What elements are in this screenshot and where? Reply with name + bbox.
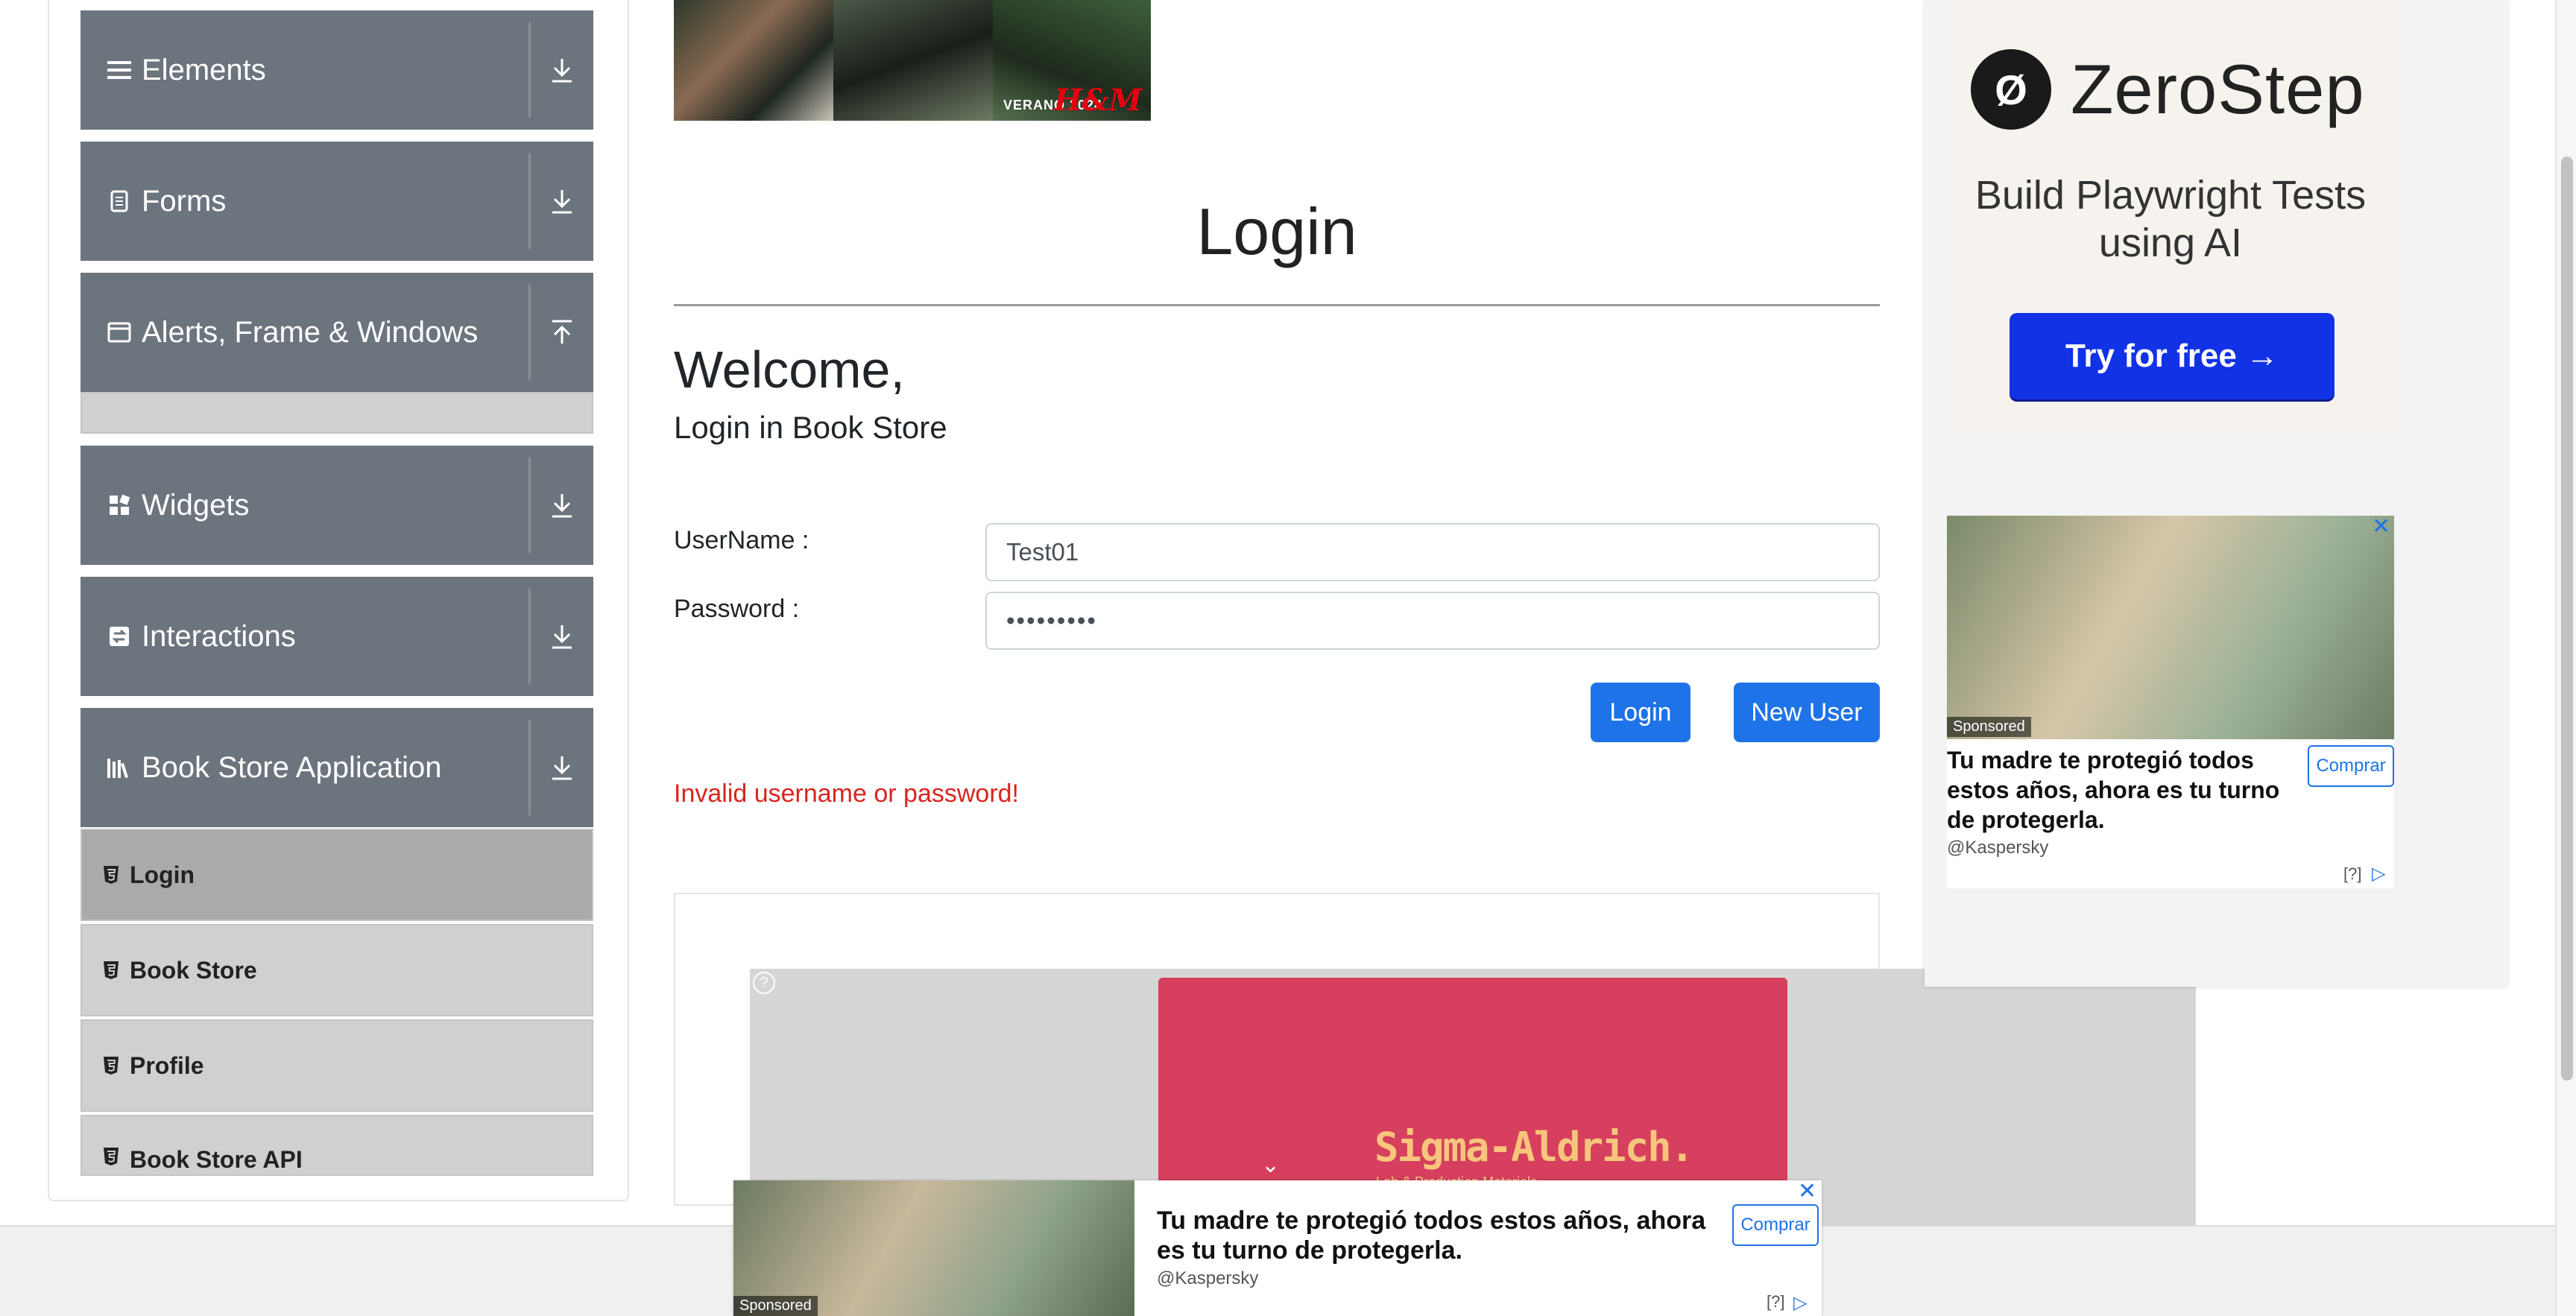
sticky-bottom-ad[interactable]: Sponsored Tu madre te protegió todos est… (733, 1180, 1822, 1316)
kaspersky-ad[interactable]: Sponsored ✕ Tu madre te protegió todos e… (1947, 516, 2394, 888)
zerostep-logo-icon: Ø (1971, 49, 2051, 130)
sidebar-subitem-partial (80, 392, 593, 434)
chevron-down-icon: ⌄ (1261, 1153, 1281, 1177)
banner-photo (674, 0, 833, 121)
buy-button[interactable]: Comprar (2308, 745, 2394, 787)
page-title: Login (1196, 194, 1357, 268)
sponsored-label: Sponsored (1947, 717, 2031, 737)
sidebar-item-label: Book Store (130, 956, 257, 984)
sponsored-label: Sponsored (733, 1296, 818, 1316)
sidebar-item-book-store-api[interactable]: Book Store API (80, 1115, 593, 1176)
html5-icon (103, 1146, 119, 1167)
sidebar-group-title: Forms (142, 184, 227, 218)
divider (674, 304, 1880, 306)
download-arrow-icon[interactable] (541, 483, 583, 528)
sidebar-group-title: Widgets (142, 488, 250, 522)
login-button[interactable]: Login (1591, 683, 1690, 742)
hm-banner-ad[interactable]: VERANO 2024 H&M (674, 0, 1151, 121)
try-for-free-button[interactable]: Try for free → (2010, 313, 2334, 399)
sidebar-group-widgets[interactable]: Widgets (80, 446, 593, 565)
login-subheading: Login in Book Store (674, 410, 947, 445)
sidebar-group-title: Alerts, Frame & Windows (142, 315, 479, 349)
zerostep-brand: ZeroStep (2071, 50, 2365, 128)
sidebar-group-alerts[interactable]: Alerts, Frame & Windows (80, 273, 593, 392)
ad-advertiser: @Kaspersky (1157, 1268, 1259, 1288)
close-icon[interactable]: ✕ (1798, 1180, 1816, 1203)
window-icon (106, 319, 133, 346)
sidebar-group-title: Interactions (142, 619, 296, 653)
adchoices-icon[interactable]: ▷ (1793, 1292, 1807, 1315)
adchoices-label[interactable]: [?] (1767, 1292, 1784, 1312)
scrollbar[interactable] (2555, 0, 2576, 1316)
divider (528, 22, 531, 118)
sidebar-group-book-store[interactable]: Book Store Application (80, 708, 593, 827)
divider (528, 154, 531, 249)
ad-headline[interactable]: Tu madre te protegió todos estos años, a… (1157, 1206, 1723, 1265)
divider (528, 285, 531, 380)
zerostep-tagline: Build Playwright Tests using AI (1974, 173, 2367, 265)
ad-headline[interactable]: Tu madre te protegió todos estos años, a… (1947, 745, 2290, 835)
sidebar-group-title: Elements (142, 53, 266, 86)
sidebar-group-title: Book Store Application (142, 750, 442, 784)
adchoices-label[interactable]: [?] (2343, 864, 2361, 884)
welcome-heading: Welcome, (674, 341, 905, 399)
sidebar-group-forms[interactable]: Forms (80, 142, 593, 261)
divider (528, 720, 531, 815)
scrollbar-thumb[interactable] (2561, 156, 2573, 1081)
adchoices-icon[interactable]: ▷ (2372, 863, 2385, 885)
divider (528, 458, 531, 553)
banner-photo: VERANO 2024 H&M (993, 0, 1151, 121)
html5-icon (103, 960, 119, 981)
html5-icon (103, 864, 119, 885)
sidebar-item-label: Login (130, 861, 195, 888)
divider (528, 589, 531, 684)
download-arrow-icon[interactable] (541, 614, 583, 659)
error-message: Invalid username or password! (674, 779, 1020, 808)
sidebar-item-book-store[interactable]: Book Store (80, 924, 593, 1016)
upload-arrow-icon[interactable] (541, 310, 583, 355)
buy-button[interactable]: Comprar (1732, 1204, 1819, 1246)
password-label: Password : (674, 595, 800, 623)
sidebar-item-profile[interactable]: Profile (80, 1019, 593, 1112)
sidebar-item-label: Book Store API (130, 1146, 303, 1173)
ad-photo (1947, 516, 2394, 739)
close-icon[interactable]: ✕ (2372, 516, 2390, 538)
download-arrow-icon[interactable] (541, 745, 583, 790)
ad-advertiser: @Kaspersky (1947, 838, 2049, 858)
sidebar-group-elements[interactable]: Elements (80, 10, 593, 130)
hm-logo: H&M (1053, 83, 1142, 118)
widgets-icon (106, 492, 133, 519)
sidebar-item-label: Profile (130, 1051, 204, 1079)
interactions-icon (106, 623, 133, 650)
sidebar-item-login[interactable]: Login (80, 829, 593, 921)
ad-info-icon[interactable]: ? (753, 972, 775, 994)
download-arrow-icon[interactable] (541, 48, 583, 92)
zerostep-ad[interactable]: Ø ZeroStep Build Playwright Tests using … (1947, 0, 2394, 432)
hamburger-icon (106, 57, 133, 83)
username-input[interactable] (985, 523, 1880, 581)
username-label: UserName : (674, 526, 809, 554)
download-arrow-icon[interactable] (541, 179, 583, 224)
html5-icon (103, 1055, 119, 1076)
sidebar-group-interactions[interactable]: Interactions (80, 577, 593, 696)
password-input[interactable]: ••••••••• (985, 592, 1880, 650)
sigma-logo: Sigma-Aldrich. (1374, 1124, 1694, 1171)
books-icon (106, 754, 133, 781)
document-icon (106, 188, 133, 215)
new-user-button[interactable]: New User (1734, 683, 1880, 742)
banner-photo (833, 0, 993, 121)
